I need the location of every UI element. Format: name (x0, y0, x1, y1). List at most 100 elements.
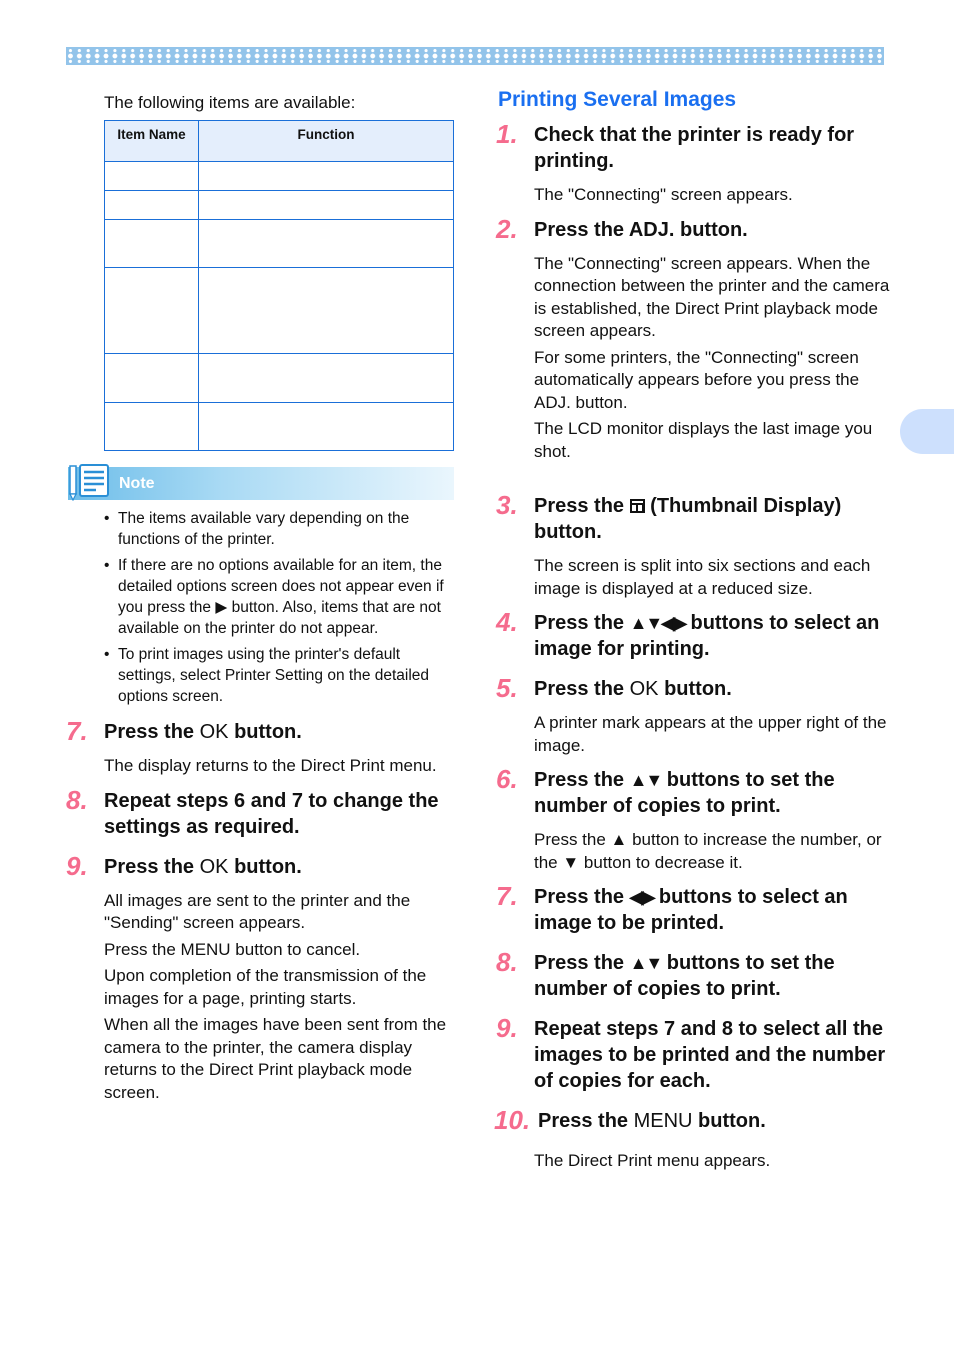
step-body-text: For some printers, the "Connecting" scre… (534, 347, 860, 412)
chapter-side-tab (900, 409, 954, 454)
step-6: 6. Press the ▲▼ buttons to set the numbe… (496, 764, 891, 874)
table-cell (104, 267, 199, 354)
step-title: Press the ▲▼◀▶ buttons to select an imag… (534, 612, 880, 660)
table-cell (104, 353, 199, 403)
intro-text: The following items are available: (104, 93, 356, 112)
table-row (104, 402, 454, 451)
step-1: 1. Check that the printer is ready for p… (496, 119, 891, 207)
step-body-text: The display returns to the Direct Print … (104, 756, 437, 775)
note-item-text: If there are no options available for an… (118, 557, 444, 637)
column-header-function: Function (198, 120, 454, 162)
table-cell (198, 402, 454, 451)
notepad-pencil-icon (69, 464, 109, 501)
step-title: Press the (Thumbnail Display) button. (534, 495, 842, 543)
step-title: Repeat steps 6 and 7 to change the setti… (104, 789, 439, 838)
note-item-text: The items available vary depending on th… (118, 510, 410, 548)
note-item: • The items available vary depending on t… (104, 510, 410, 548)
step-title: Press the MENU button. (538, 1110, 766, 1132)
step-body: The Direct Print menu appears. (534, 1150, 891, 1173)
section-title: Printing Several Images (498, 88, 737, 111)
note-item: • If there are no options available for a… (104, 557, 444, 637)
step-2: 2. Press the ADJ. button. The "Connectin… (496, 213, 891, 464)
step-number: 9. (66, 850, 88, 881)
step-body-text: The Direct Print menu appears. (534, 1151, 771, 1170)
items-table: Item Name Function (104, 120, 454, 451)
step-8-left: 8. Repeat steps 6 and 7 to change the se… (66, 784, 461, 840)
table-cell (198, 190, 454, 220)
note-item: • To print images using the printer's def… (104, 646, 430, 705)
table-cell (104, 190, 199, 220)
ok-key-label: OK (199, 721, 229, 743)
up-down-arrows-icon: ▲▼ (629, 770, 664, 790)
table-header-row: Item Name Function (104, 120, 454, 162)
step-body-text: All images are sent to the printer and t… (104, 890, 411, 933)
step-body: The "Connecting" screen appears. When th… (534, 253, 891, 464)
step-title: Press the OK button. (534, 678, 732, 700)
step-3: 3. Press the (Thumbnail Display) button.… (496, 490, 891, 600)
note-item-text: To print images using the printer's defa… (118, 646, 430, 705)
direction-arrows-icon: ▲▼◀▶ (629, 613, 687, 633)
ok-key-label: OK (629, 678, 659, 700)
table-row (104, 353, 454, 403)
menu-key-label: MENU (633, 1110, 693, 1132)
table-cell (198, 353, 454, 403)
right-column: Printing Several Images 1. Check that th… (494, 88, 891, 1177)
step-number: 8. (496, 947, 518, 977)
step-number: 9. (496, 1013, 518, 1043)
step-body-text: Upon completion of the transmission of t… (104, 966, 427, 1008)
step-body: All images are sent to the printer and t… (104, 890, 461, 1105)
step-number: 4. (496, 607, 518, 637)
step-number: 5. (496, 673, 518, 703)
step-9-left: 9. Press the OK button. All images are s… (66, 850, 461, 1105)
step-title: Check that the printer is ready for prin… (534, 124, 855, 172)
step-body-text: The LCD monitor displays the last image … (534, 419, 873, 461)
left-right-arrows-icon: ◀▶ (629, 887, 656, 907)
step-title: Press the ADJ. button. (534, 218, 748, 241)
step-number: 2. (496, 213, 518, 244)
step-body-text: When all the images have been sent from … (104, 1015, 447, 1102)
step-body-text: The "Connecting" screen appears. When th… (534, 253, 890, 341)
left-column: The following items are available: Item … (66, 92, 461, 1108)
step-number: 8. (66, 784, 88, 815)
table-cell (198, 219, 454, 268)
column-header-item-name: Item Name (104, 120, 199, 162)
ok-key-label: OK (199, 855, 229, 878)
step-number: 1. (496, 119, 518, 149)
step-body: A printer mark appears at the upper righ… (534, 712, 891, 757)
step-9: 9. Repeat steps 7 and 8 to select all th… (496, 1013, 891, 1094)
step-number: 3. (496, 490, 518, 520)
step-number: 10. (494, 1105, 531, 1135)
table-row (104, 190, 454, 220)
step-10: 10. Press the MENU button. The Direct Pr… (494, 1105, 891, 1173)
step-body-text: The screen is split into six sections an… (534, 556, 871, 598)
step-number: 7. (66, 716, 88, 746)
table-cell (104, 402, 199, 451)
step-body-text: Press the ▲ button to increase the numbe… (534, 830, 882, 872)
note-label: Note (119, 475, 155, 492)
table-row (104, 267, 454, 354)
step-body: The screen is split into six sections an… (534, 555, 891, 600)
step-body-text: The "Connecting" screen appears. (534, 185, 793, 204)
step-number: 7. (496, 881, 518, 911)
table-cell (104, 161, 199, 191)
step-title: Press the ◀▶ buttons to select an image … (534, 886, 848, 934)
note-list: • The items available vary depending on t… (66, 508, 461, 707)
step-body: Press the ▲ button to increase the numbe… (534, 829, 891, 874)
step-body: The display returns to the Direct Print … (104, 755, 461, 778)
table-cell (198, 267, 454, 354)
step-8: 8. Press the ▲▼ buttons to set the numbe… (496, 947, 891, 1002)
table-row (104, 219, 454, 268)
step-title: Press the ▲▼ buttons to set the number o… (534, 952, 835, 1000)
up-down-arrows-icon: ▲▼ (629, 953, 664, 973)
step-title: Repeat steps 7 and 8 to select all the i… (534, 1018, 886, 1092)
header-decoration-band (66, 47, 884, 65)
step-body: The "Connecting" screen appears. (534, 184, 891, 207)
step-title: Press the OK button. (104, 855, 302, 878)
table-cell (104, 219, 199, 268)
step-title: Press the OK button. (104, 721, 302, 743)
thumbnail-display-icon (629, 499, 645, 513)
table-cell (198, 161, 454, 191)
step-body-text: Press the MENU button to cancel. (104, 939, 361, 959)
note-header: Note (68, 464, 454, 501)
step-title: Press the ▲▼ buttons to set the number o… (534, 769, 835, 817)
